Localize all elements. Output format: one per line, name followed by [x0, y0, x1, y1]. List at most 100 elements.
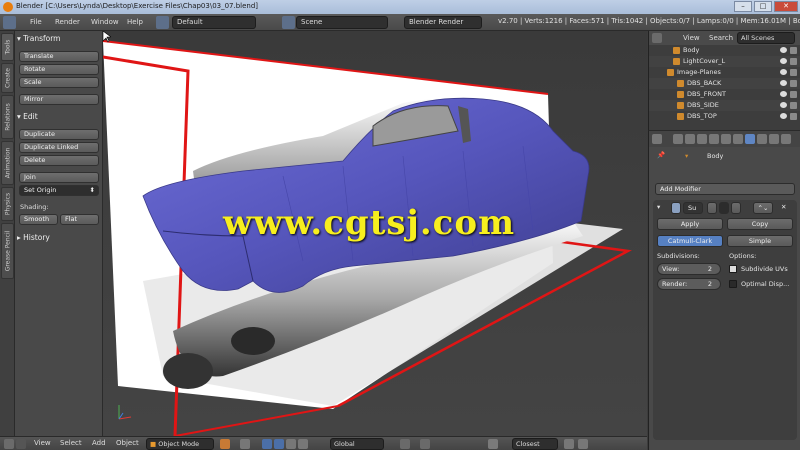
subdivide-uvs-checkbox[interactable] [729, 265, 737, 273]
transform-panel-header[interactable]: ▾ Transform [17, 33, 60, 45]
scale-manipulator-icon[interactable] [298, 439, 308, 449]
set-origin-dropdown[interactable]: Set Origin ⬍ [19, 185, 99, 196]
render-levels-field[interactable]: Render: 2 [657, 278, 721, 290]
flat-button[interactable]: Flat [60, 214, 99, 225]
snap-toggle-icon[interactable] [488, 439, 498, 449]
add-modifier-dropdown[interactable]: Add Modifier [655, 183, 795, 195]
duplicate-linked-button[interactable]: Duplicate Linked [19, 142, 99, 153]
history-panel-header[interactable]: ▸ History [17, 232, 50, 244]
scene-icon[interactable] [282, 16, 295, 29]
outliner-menu-view[interactable]: View [683, 34, 700, 42]
layers-tab-icon[interactable] [685, 134, 695, 144]
editor-type-icon[interactable] [3, 16, 16, 29]
visibility-icon[interactable] [780, 58, 787, 64]
layers-grid-icon-2[interactable] [420, 439, 430, 449]
texture-tab-icon[interactable] [781, 134, 791, 144]
maximize-button[interactable]: □ [754, 1, 772, 12]
viewport-shading-icon[interactable] [220, 439, 230, 449]
render-icon[interactable] [790, 91, 797, 98]
outliner-row-lightcover[interactable]: LightCover_L [649, 56, 800, 67]
copy-button[interactable]: Copy [727, 218, 793, 230]
smooth-button[interactable]: Smooth [19, 214, 58, 225]
modifier-edit-mode-icon[interactable] [707, 202, 717, 214]
modifier-name-field[interactable]: Su [683, 202, 703, 214]
menu-help[interactable]: Help [127, 17, 143, 28]
outliner-menu-search[interactable]: Search [709, 34, 733, 42]
menu-object[interactable]: Object [116, 439, 139, 447]
duplicate-button[interactable]: Duplicate [19, 129, 99, 140]
render-tab-icon[interactable] [673, 134, 683, 144]
outliner-row-image-planes[interactable]: Image-Planes [649, 67, 800, 78]
render-engine-dropdown[interactable]: Blender Render [404, 16, 482, 29]
render-icon[interactable] [790, 113, 797, 120]
screen-layout-icon[interactable] [156, 16, 169, 29]
minimize-button[interactable]: – [734, 1, 752, 12]
visibility-icon[interactable] [780, 69, 787, 75]
snap-target-dropdown[interactable]: Closest [512, 438, 558, 450]
visibility-icon[interactable] [780, 47, 787, 53]
edit-panel-header[interactable]: ▾ Edit [17, 111, 38, 123]
render-icon[interactable] [790, 80, 797, 87]
rotate-manipulator-icon[interactable] [286, 439, 296, 449]
outliner-display-dropdown[interactable]: All Scenes [737, 32, 795, 44]
expand-menu-icon[interactable] [16, 439, 26, 449]
apply-button[interactable]: Apply [657, 218, 723, 230]
menu-select[interactable]: Select [60, 439, 82, 447]
properties-type-icon[interactable] [652, 134, 662, 144]
render-icon[interactable] [790, 58, 797, 65]
modifier-move-arrows[interactable]: ⌃⌄ [753, 202, 773, 214]
pin-icon[interactable]: 📌 [657, 151, 665, 159]
mirror-button[interactable]: Mirror [19, 94, 99, 105]
menu-render[interactable]: Render [55, 17, 80, 28]
manipulator-icon[interactable] [262, 439, 272, 449]
menu-window[interactable]: Window [91, 17, 119, 28]
tab-animation[interactable]: Animation [1, 141, 14, 185]
data-tab-icon[interactable] [757, 134, 767, 144]
material-tab-icon[interactable] [769, 134, 779, 144]
rotate-button[interactable]: Rotate [19, 64, 99, 75]
screen-layout-dropdown[interactable]: Default [172, 16, 256, 29]
outliner-row-dbs-side[interactable]: DBS_SIDE [649, 100, 800, 111]
modifier-realtime-icon[interactable] [731, 202, 741, 214]
scale-button[interactable]: Scale [19, 77, 99, 88]
tab-create[interactable]: Create [1, 63, 14, 93]
render-icon[interactable] [790, 102, 797, 109]
viewport-type-icon[interactable] [4, 439, 14, 449]
render-icon[interactable] [790, 69, 797, 76]
translate-button[interactable]: Translate [19, 51, 99, 62]
scene-tab-icon[interactable] [697, 134, 707, 144]
menu-file[interactable]: File [30, 17, 42, 28]
join-button[interactable]: Join [19, 172, 99, 183]
modifier-render-icon[interactable] [719, 202, 729, 214]
translate-manipulator-icon[interactable] [274, 439, 284, 449]
tab-grease-pencil[interactable]: Grease Pencil [1, 223, 14, 279]
tab-physics[interactable]: Physics [1, 187, 14, 221]
snap-rotation-icon[interactable] [564, 439, 574, 449]
visibility-icon[interactable] [780, 113, 787, 119]
render-icon[interactable] [790, 47, 797, 54]
collapse-arrow-icon[interactable]: ▾ [657, 203, 660, 211]
transform-orientation-dropdown[interactable]: Global [330, 438, 384, 450]
menu-add[interactable]: Add [92, 439, 106, 447]
outliner-row-dbs-back[interactable]: DBS_BACK [649, 78, 800, 89]
3d-viewport[interactable]: www.cgtsj.com [103, 31, 647, 436]
render-preview-icon[interactable] [578, 439, 588, 449]
outliner-row-dbs-front[interactable]: DBS_FRONT [649, 89, 800, 100]
tab-relations[interactable]: Relations [1, 95, 14, 139]
constraints-tab-icon[interactable] [733, 134, 743, 144]
outliner-type-icon[interactable] [652, 33, 662, 43]
delete-button[interactable]: Delete [19, 155, 99, 166]
close-button[interactable]: ✕ [774, 1, 798, 12]
tab-tools[interactable]: Tools [1, 33, 14, 61]
visibility-icon[interactable] [780, 80, 787, 86]
scene-dropdown[interactable]: Scene [296, 16, 388, 29]
menu-view[interactable]: View [34, 439, 51, 447]
world-tab-icon[interactable] [709, 134, 719, 144]
layers-grid-icon[interactable] [400, 439, 410, 449]
outliner-row-dbs-top[interactable]: DBS_TOP [649, 111, 800, 122]
visibility-icon[interactable] [780, 102, 787, 108]
visibility-icon[interactable] [780, 91, 787, 97]
simple-toggle[interactable]: Simple [727, 235, 793, 247]
mode-dropdown[interactable]: ■ Object Mode [146, 438, 214, 450]
pivot-point-icon[interactable] [240, 439, 250, 449]
